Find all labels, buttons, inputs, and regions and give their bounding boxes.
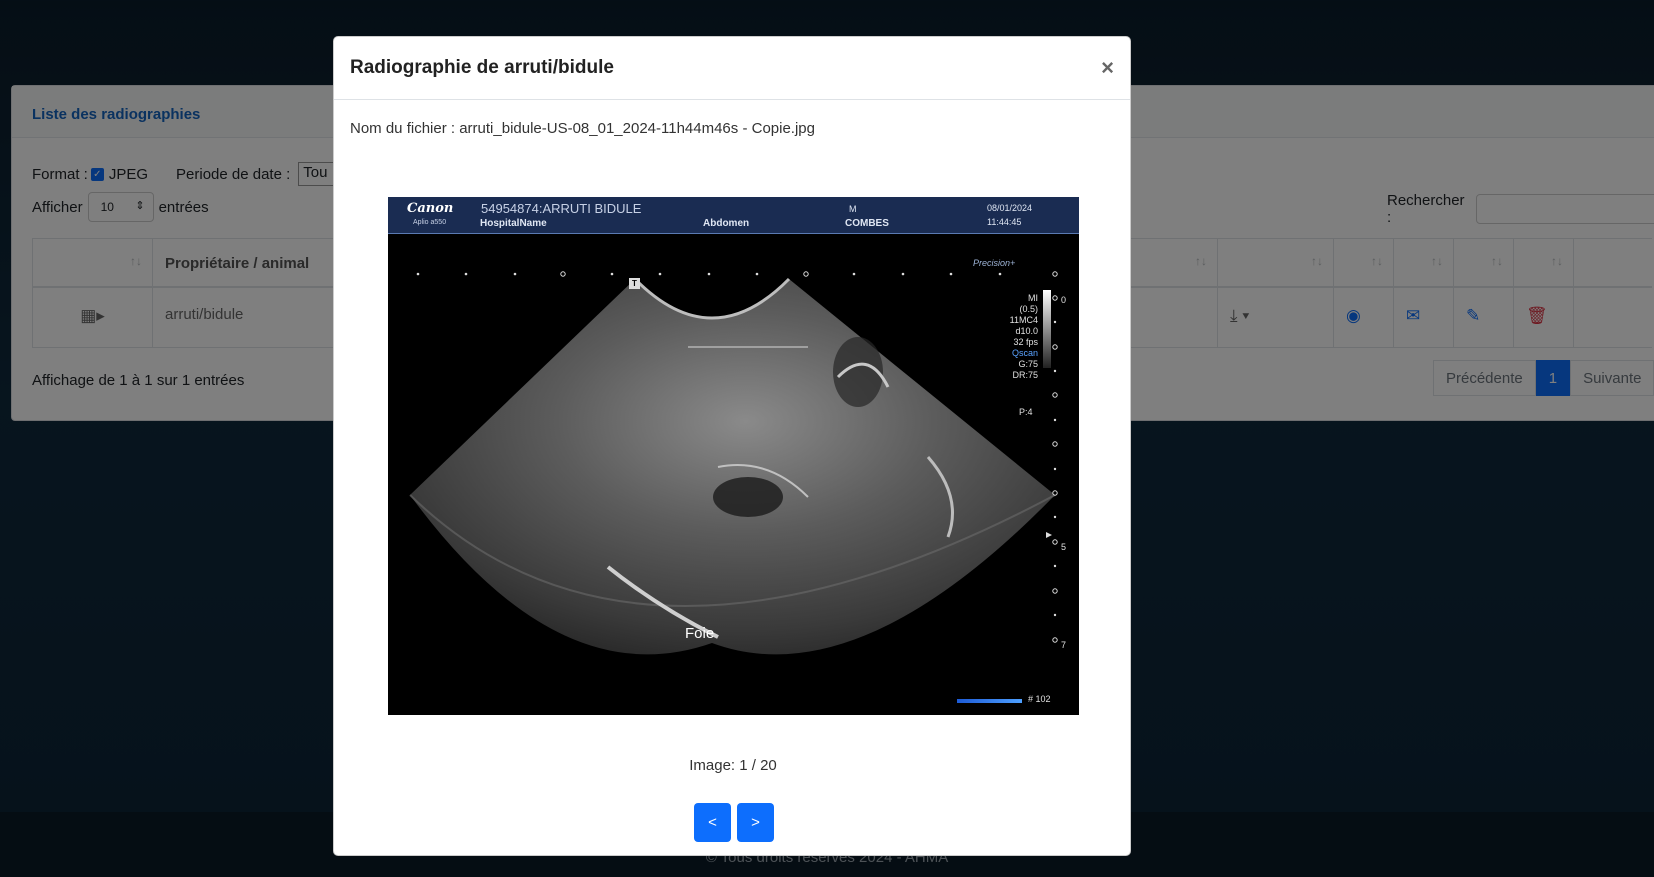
precision-label: Precision+ — [973, 258, 1016, 268]
image-counter: Image: 1 / 20 — [689, 757, 777, 774]
param-dr: DR:75 — [1012, 370, 1038, 380]
close-icon[interactable]: × — [1101, 55, 1114, 81]
radiography-modal: Radiographie de arruti/bidule × Nom du f… — [333, 36, 1131, 856]
organ-annotation: Foie — [685, 625, 715, 642]
previous-image-button[interactable]: < — [694, 803, 731, 842]
scan-parameters: MI (0.5) 11MC4 d10.0 32 fps Qscan G:75 D… — [988, 293, 1038, 381]
modal-title: Radiographie de arruti/bidule — [350, 57, 614, 78]
patient-id: 54954874:ARRUTI BIDULE — [481, 201, 642, 216]
image-navigation: < > — [694, 803, 774, 842]
exam-type: Abdomen — [703, 218, 750, 229]
depth-mark-5: 5 — [1061, 542, 1067, 552]
param-depth: d10.0 — [1015, 326, 1038, 336]
ultrasound-scan-drawing — [409, 271, 1058, 655]
operator-name: COMBES — [845, 218, 889, 229]
param-fps: 32 fps — [1013, 337, 1038, 347]
canon-logo: Canon — [407, 201, 454, 216]
ultrasound-header-bar: Canon Aplio a550 54954874:ARRUTI BIDULE … — [388, 197, 1079, 234]
device-model: Aplio a550 — [413, 219, 447, 226]
file-name: Nom du fichier : arruti_bidule-US-08_01_… — [350, 120, 815, 137]
next-image-button[interactable]: > — [737, 803, 774, 842]
grayscale-bar — [1043, 290, 1051, 368]
hospital-name: HospitalName — [480, 218, 547, 229]
exam-date: 08/01/2024 — [987, 203, 1033, 213]
ultrasound-image: Canon Aplio a550 54954874:ARRUTI BIDULE … — [388, 197, 1079, 715]
patient-sex: M — [849, 204, 857, 214]
param-gain: G:75 — [1018, 359, 1038, 369]
persistence-label: P:4 — [1019, 407, 1033, 417]
param-mi: MI — [1028, 293, 1038, 303]
frame-number: # 102 — [1028, 694, 1051, 704]
exam-time: 11:44:45 — [987, 217, 1022, 227]
cine-progress-bar — [957, 699, 1022, 703]
modal-header: Radiographie de arruti/bidule × — [334, 37, 1130, 100]
depth-mark-0: 0 — [1061, 295, 1067, 305]
depth-mark-7: 7 — [1061, 640, 1067, 650]
t-marker: T — [629, 278, 640, 289]
param-qscan: Qscan — [1011, 348, 1038, 358]
param-mi-value: (0.5) — [1019, 304, 1038, 314]
param-probe: 11MC4 — [1009, 315, 1038, 325]
